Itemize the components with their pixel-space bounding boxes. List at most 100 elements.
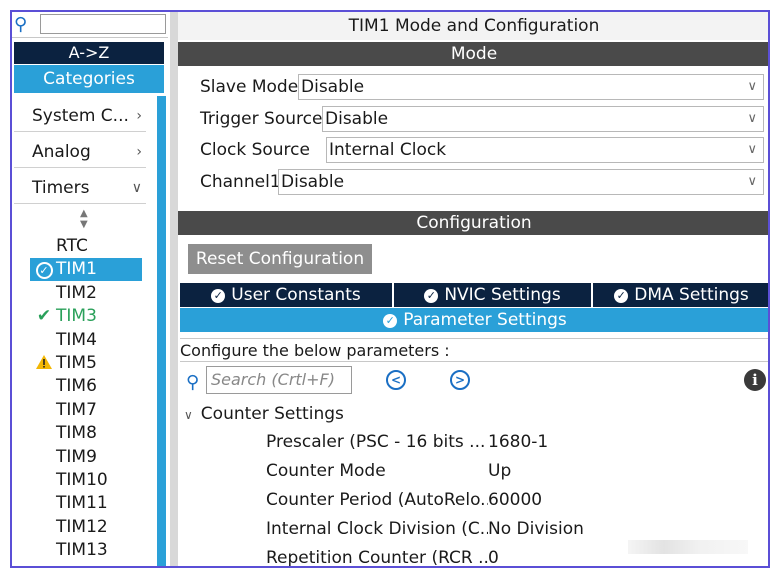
clock-source-select[interactable]: Internal Clock ∨ [326, 137, 764, 163]
category-label: System C... [32, 106, 129, 126]
timer-label: TIM13 [56, 540, 108, 561]
parameter-search-input[interactable]: Search (Crtl+F) [206, 366, 352, 394]
info-icon[interactable]: i [744, 369, 766, 391]
check-circle-icon: ✓ [383, 314, 398, 328]
timer-label: TIM1 [56, 259, 97, 280]
tab-label: User Constants [231, 285, 361, 305]
select-value: Disable [301, 77, 365, 97]
chevron-down-icon: ∨ [747, 142, 757, 157]
chevron-right-icon: › [136, 144, 142, 160]
timer-item-tim10[interactable]: TIM10 [30, 469, 142, 492]
mode-header: Mode [178, 42, 768, 66]
trigger-source-label: Trigger Source [200, 109, 323, 129]
sort-icon[interactable]: ▲ ▼ [80, 208, 88, 230]
parameter-value[interactable]: No Division [488, 515, 584, 544]
categories-tab[interactable]: Categories [14, 65, 164, 93]
parameter-row[interactable]: Counter Period (AutoRelo... 60000 [178, 486, 768, 515]
category-search: ⚲ [12, 12, 168, 38]
timer-item-tim5[interactable]: TIM5 [30, 352, 142, 375]
tab-dma-settings[interactable]: ✓ DMA Settings [593, 283, 768, 307]
watermark [628, 540, 748, 554]
panel-splitter[interactable] [170, 12, 178, 566]
timer-item-tim8[interactable]: TIM8 [30, 422, 142, 445]
parameter-name: Internal Clock Division (C... [266, 519, 488, 539]
category-system-core[interactable]: System C... › [14, 100, 146, 132]
select-value: Disable [325, 109, 389, 129]
configuration-header: Configuration [178, 211, 768, 235]
timer-label: TIM10 [56, 470, 108, 490]
parameter-value[interactable]: Up [488, 457, 511, 486]
timer-label: TIM3 [56, 306, 97, 327]
timer-label: TIM11 [56, 493, 108, 514]
sort-az-button[interactable]: A->Z [14, 42, 164, 64]
tab-label: Parameter Settings [403, 310, 567, 330]
parameter-name: Repetition Counter (RCR ... [266, 548, 488, 568]
timer-item-tim14[interactable]: TIM14 [30, 563, 142, 566]
parameter-row[interactable]: Counter Mode Up [178, 457, 768, 486]
timer-label: TIM12 [56, 516, 108, 537]
timer-item-tim1[interactable]: ✓ TIM1 [30, 258, 142, 282]
app-window: ⚲ A->Z Categories System C... › Analog ›… [10, 10, 770, 568]
page-title: TIM1 Mode and Configuration [178, 12, 768, 40]
timer-item-tim6[interactable]: TIM6 [30, 375, 142, 398]
trigger-source-select[interactable]: Disable ∨ [322, 106, 764, 132]
timer-label: TIM14 [56, 564, 108, 566]
parameter-value[interactable]: 60000 [488, 486, 542, 515]
timer-label: TIM9 [56, 446, 97, 467]
reset-configuration-button[interactable]: Reset Configuration [188, 244, 372, 274]
chevron-right-icon: › [136, 108, 142, 124]
parameter-name: Counter Period (AutoRelo... [266, 490, 488, 510]
timer-item-tim4[interactable]: TIM4 [30, 329, 142, 352]
search-icon[interactable]: ⚲ [14, 14, 36, 36]
sidebar-scrollbar[interactable] [157, 96, 166, 566]
timer-item-rtc[interactable]: RTC [30, 235, 142, 258]
category-search-input[interactable] [40, 14, 166, 34]
timer-label: TIM6 [56, 376, 97, 397]
timer-label: TIM7 [56, 399, 97, 420]
clock-source-label: Clock Source [200, 140, 310, 160]
parameter-row[interactable]: Prescaler (PSC - 16 bits ... 1680-1 [178, 428, 768, 457]
category-label: Timers [32, 178, 90, 198]
parameter-value[interactable]: 0 [488, 544, 499, 566]
tab-label: NVIC Settings [444, 285, 561, 305]
channel1-label: Channel1 [200, 172, 281, 192]
timer-item-tim13[interactable]: TIM13 [30, 539, 142, 562]
tab-user-constants[interactable]: ✓ User Constants [180, 283, 393, 307]
timer-label: TIM4 [56, 329, 97, 350]
category-analog[interactable]: Analog › [14, 136, 146, 168]
parameter-value[interactable]: 1680-1 [488, 428, 548, 457]
tab-parameter-settings[interactable]: ✓ Parameter Settings [180, 308, 768, 332]
chevron-down-icon: ∨ [747, 111, 757, 126]
timer-label: TIM8 [56, 423, 97, 444]
categories-panel: ⚲ A->Z Categories System C... › Analog ›… [12, 12, 170, 566]
slave-mode-select[interactable]: Disable ∨ [298, 74, 764, 100]
check-circle-icon: ✓ [614, 289, 629, 303]
tab-nvic-settings[interactable]: ✓ NVIC Settings [394, 283, 592, 307]
chevron-down-icon: ∨ [184, 408, 193, 422]
timer-label: TIM2 [56, 282, 97, 303]
section-title: Counter Settings [200, 404, 344, 424]
parameter-name: Prescaler (PSC - 16 bits ... [266, 432, 486, 452]
chevron-down-icon: ∨ [747, 79, 757, 94]
search-icon[interactable]: ⚲ [186, 372, 199, 393]
section-counter-settings[interactable]: ∨ Counter Settings [184, 402, 344, 427]
configuration-panel: TIM1 Mode and Configuration Mode Slave M… [178, 12, 768, 568]
timer-item-tim2[interactable]: TIM2 [30, 282, 142, 305]
timer-label: TIM5 [56, 353, 97, 373]
check-icon: ✔ [36, 306, 52, 327]
timer-label: RTC [56, 236, 88, 256]
parameter-name: Counter Mode [266, 461, 386, 481]
chevron-down-icon: ∨ [747, 174, 757, 189]
timer-item-tim3[interactable]: ✔ TIM3 [30, 305, 142, 328]
warning-icon [34, 352, 54, 375]
timer-item-tim7[interactable]: TIM7 [30, 399, 142, 422]
channel1-select[interactable]: Disable ∨ [278, 169, 764, 195]
chevron-down-icon: ∨ [131, 180, 142, 196]
timer-item-tim11[interactable]: TIM11 [30, 492, 142, 515]
timer-item-tim12[interactable]: TIM12 [30, 516, 142, 539]
category-timers[interactable]: Timers ∨ [14, 172, 146, 204]
check-circle-icon: ✓ [424, 289, 439, 303]
timer-item-tim9[interactable]: TIM9 [30, 446, 142, 469]
next-match-icon[interactable]: > [450, 370, 470, 390]
previous-match-icon[interactable]: < [386, 370, 406, 390]
